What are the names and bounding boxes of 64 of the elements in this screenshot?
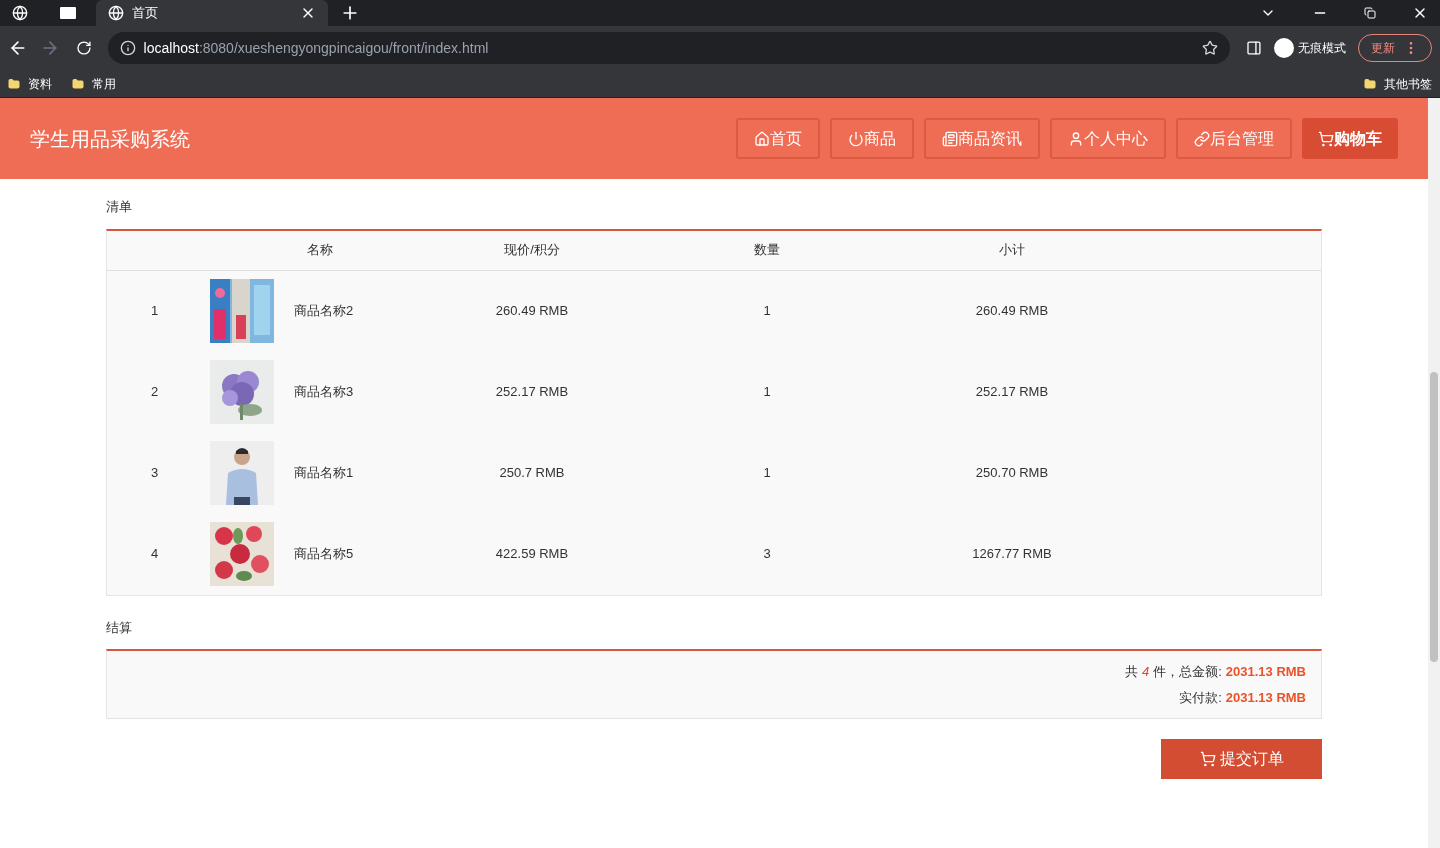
bookmark[interactable]: 常用 xyxy=(72,74,116,93)
table-cell-text: 250.7 RMB xyxy=(499,464,565,483)
section-title: 清单 xyxy=(106,198,133,216)
side-panel-icon[interactable] xyxy=(1246,40,1262,56)
submit-order-button[interactable]: 提交订单 xyxy=(1161,739,1322,779)
other-bookmarks[interactable]: 其他书签 xyxy=(1364,74,1432,93)
column-header: 数量 xyxy=(754,241,780,260)
section-title: 结算 xyxy=(106,618,133,637)
table-cell-text: 422.59 RMB xyxy=(495,545,569,564)
product-name[interactable]: 商品名称3 xyxy=(294,382,354,402)
nav-button[interactable]: 购物车 xyxy=(1302,118,1398,159)
cart-icon xyxy=(1199,751,1216,767)
table-cell-text: 1267.77 RMB xyxy=(972,545,1052,564)
table-cell-text: 1 xyxy=(763,464,771,483)
folder-icon xyxy=(8,77,20,90)
table-cell-text: 2 xyxy=(150,383,159,402)
globe-icon[interactable] xyxy=(12,5,28,21)
product-name[interactable]: 商品名称5 xyxy=(294,544,354,564)
browser-tab[interactable]: 首页 xyxy=(96,0,328,26)
folder-icon xyxy=(72,77,84,90)
column-header: 现价/积分 xyxy=(504,241,560,260)
url-text: localhost:8080/xueshengyongpincaigou/front/index.html xyxy=(143,38,489,58)
item-count: 4 xyxy=(1141,663,1150,681)
link-icon xyxy=(1194,130,1210,147)
column-header: 名称 xyxy=(306,241,333,260)
bookmark-label: 常用 xyxy=(92,75,116,93)
newspaper-icon xyxy=(942,130,958,147)
scrollbar[interactable] xyxy=(1428,98,1440,848)
folder-icon xyxy=(1364,77,1376,90)
table-cell-text: 1 xyxy=(150,302,159,321)
table-cell-text: 250.70 RMB xyxy=(975,464,1049,483)
tab-title: 首页 xyxy=(132,4,158,23)
table-cell-text: 3 xyxy=(763,545,771,564)
restore-icon[interactable] xyxy=(1364,7,1376,19)
product-name[interactable]: 商品名称2 xyxy=(294,301,354,321)
address-bar[interactable]: localhost:8080/xueshengyongpincaigou/front/index.html xyxy=(107,32,1231,64)
incognito-label: 无痕模式 xyxy=(1298,40,1346,57)
cart-icon xyxy=(1318,130,1334,147)
table-cell-text: 252.17 RMB xyxy=(975,383,1049,402)
paid-amount: 2031.13 RMB xyxy=(1225,688,1306,707)
summary-text: 件，总金额: xyxy=(1153,663,1222,681)
table-cell-text: 1 xyxy=(763,383,771,402)
table-cell-text: 4 xyxy=(150,545,159,564)
info-icon xyxy=(119,40,136,56)
star-icon[interactable] xyxy=(1202,40,1219,56)
total-amount: 2031.13 RMB xyxy=(1225,663,1306,681)
power-icon xyxy=(848,130,864,147)
summary-text: 实付款: xyxy=(1179,688,1222,707)
site-title: 学生用品采购系统 xyxy=(30,126,190,152)
home-icon xyxy=(754,130,770,147)
column-header: 小计 xyxy=(999,241,1025,260)
table-cell-text: 260.49 RMB xyxy=(495,302,569,321)
globe-icon xyxy=(108,5,124,21)
table-cell-text: 260.49 RMB xyxy=(975,302,1049,321)
table-cell-text: 3 xyxy=(150,464,159,483)
user-icon xyxy=(1068,130,1084,147)
bookmark[interactable]: 资料 xyxy=(8,74,52,93)
reload-icon[interactable] xyxy=(75,40,92,56)
table-cell-text: 1 xyxy=(763,302,771,321)
summary-text: 共 xyxy=(1124,663,1138,681)
bookmark-label: 其他书签 xyxy=(1384,75,1432,93)
bookmark-label: 资料 xyxy=(28,75,52,93)
table-cell-text: 252.17 RMB xyxy=(495,383,569,402)
product-name[interactable]: 商品名称1 xyxy=(294,463,354,483)
